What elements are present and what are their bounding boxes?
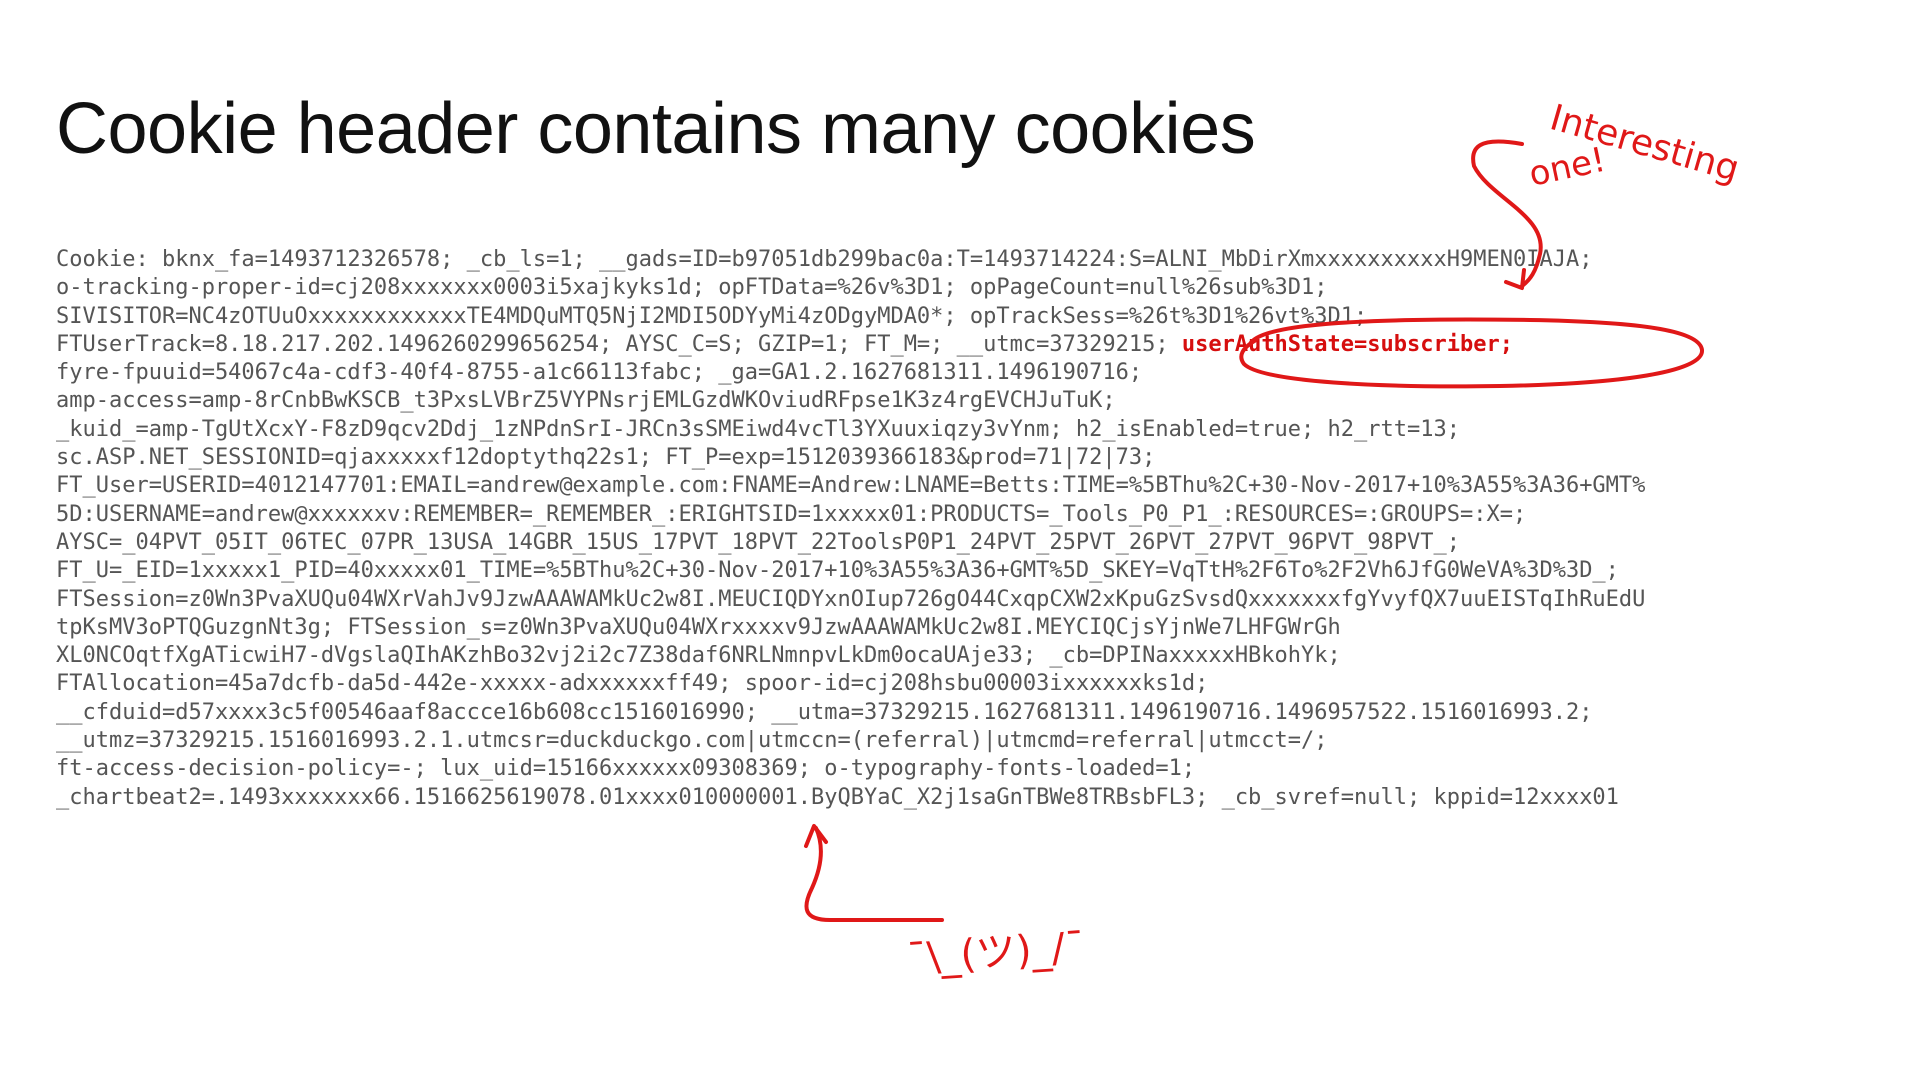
cookie-header-text: Cookie: bknx_fa=1493712326578; _cb_ls=1;… [56, 246, 1645, 812]
cookie-line: __cfduid=d57xxxx3c5f00546aaf8accce16b608… [56, 699, 1593, 725]
cookie-line: FT_User=USERID=4012147701:EMAIL=andrew@e… [56, 473, 1646, 499]
cookie-line: ft-access-decision-policy=-; lux_uid=151… [56, 756, 1196, 782]
cookie-line: SIVISITOR=NC4zOTUuOxxxxxxxxxxxxTE4MDQuMT… [56, 303, 1368, 329]
slide: Cookie header contains many cookies Cook… [0, 0, 1920, 1080]
cookie-line: fyre-fpuuid=54067c4a-cdf3-40f4-8755-a1c6… [56, 360, 1143, 386]
cookie-line: __utmz=37329215.1516016993.2.1.utmcsr=du… [56, 728, 1328, 754]
cookie-line: amp-access=amp-8rCnbBwKSCB_t3PxsLVBrZ5VY… [56, 388, 1116, 414]
callout-top-line2: one! [1526, 140, 1610, 195]
cookie-line: tpKsMV3oPTQGuzgnNt3g; FTSession_s=z0Wn3P… [56, 614, 1341, 640]
cookie-line: Cookie: bknx_fa=1493712326578; _cb_ls=1;… [56, 247, 1593, 272]
callout-top-line1: Interesting [1546, 97, 1744, 190]
slide-title: Cookie header contains many cookies [56, 89, 1256, 169]
cookie-line: FTUserTrack=8.18.217.202.149626029965625… [56, 331, 1169, 357]
highlighted-cookie: userAuthState=subscriber; [1181, 331, 1513, 357]
cookie-line: AYSC=_04PVT_05IT_06TEC_07PR_13USA_14GBR_… [56, 529, 1460, 555]
callout-bottom-shrug: ¯\_(ツ)_/¯ [905, 924, 1086, 982]
callout-bottom-arrow [804, 826, 944, 922]
cookie-line: _chartbeat2=.1493xxxxxxx66.1516625619078… [56, 784, 1619, 810]
cookie-line: o-tracking-proper-id=cj208xxxxxxx0003i5x… [56, 275, 1328, 301]
cookie-line: FTAllocation=45a7dcfb-da5d-442e-xxxxx-ad… [56, 671, 1209, 697]
cookie-line: sc.ASP.NET_SESSIONID=qjaxxxxxf12doptythq… [56, 445, 1156, 471]
cookie-line: 5D:USERNAME=andrew@xxxxxxv:REMEMBER=_REM… [56, 501, 1527, 527]
cookie-line: XL0NCOqtfXgATicwiH7-dVgslaQIhAKzhBo32vj2… [56, 643, 1341, 669]
callout-bottom-arrowhead-icon [804, 824, 828, 848]
cookie-line: FTSession=z0Wn3PvaXUQu04WXrVahJv9JzwAAAW… [56, 586, 1646, 612]
cookie-line: _kuid_=amp-TgUtXcxY-F8zD9qcv2Ddj_1zNPdnS… [56, 416, 1460, 442]
cookie-line: FT_U=_EID=1xxxxx1_PID=40xxxxx01_TIME=%5B… [56, 558, 1619, 584]
